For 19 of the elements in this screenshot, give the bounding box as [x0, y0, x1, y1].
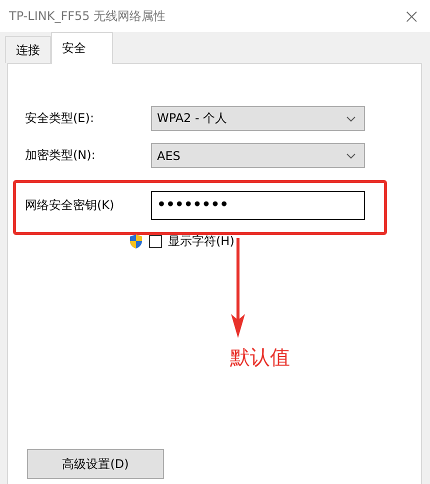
dropdown-value: AES [157, 148, 180, 162]
chevron-down-icon [346, 152, 356, 158]
checkbox[interactable] [149, 235, 162, 248]
window-title: TP-LINK_FF55 无线网络属性 [9, 8, 166, 24]
annotation-text: 默认值 [230, 344, 290, 371]
chevron-down-icon [346, 116, 356, 122]
shield-icon [129, 234, 143, 249]
tab[interactable]: 连接 [5, 36, 51, 63]
password-field[interactable]: •••••••• [151, 190, 365, 220]
tab[interactable]: 安全 [51, 32, 113, 64]
field-label: 加密类型(N): [25, 147, 96, 164]
dropdown[interactable]: WPA2 - 个人 [151, 106, 365, 131]
dropdown-value: WPA2 - 个人 [157, 110, 228, 127]
dropdown[interactable]: AES [151, 143, 365, 168]
advanced-settings-button[interactable]: 高级设置(D) [27, 449, 164, 479]
close-icon[interactable]: × [403, 4, 420, 28]
field-label: 网络安全密钥(K) [25, 196, 116, 214]
field-label: 安全类型(E): [25, 110, 95, 127]
checkbox-label: 显示字符(H) [168, 233, 234, 250]
